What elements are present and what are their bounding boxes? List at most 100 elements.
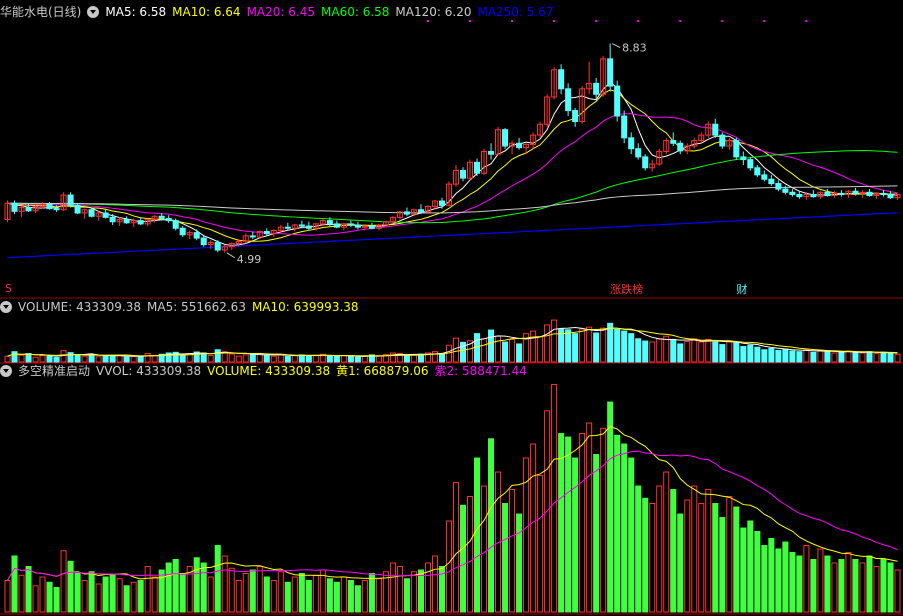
volume-bar <box>39 355 46 363</box>
vvol-bar <box>768 538 775 613</box>
chevron-down-icon[interactable] <box>87 6 100 18</box>
volume-bar <box>130 356 137 363</box>
vvol-bar <box>207 576 214 613</box>
volume-bar <box>586 326 593 363</box>
volume-bar <box>691 338 698 363</box>
volume-bar <box>614 328 621 363</box>
volume-bar <box>340 355 347 363</box>
ind-label-3: 黄1: 668879.06 <box>336 364 429 378</box>
vvol-bar <box>824 555 831 613</box>
ma-label-2: MA20: 6.45 <box>246 5 315 19</box>
volume-bar <box>670 338 677 363</box>
vvol-bar <box>144 566 151 613</box>
candle-body <box>102 212 109 218</box>
vvol-bar <box>642 497 649 613</box>
ma-label-5: MA250: 5.67 <box>477 5 554 19</box>
volume-bar <box>291 355 298 363</box>
signal-dot <box>763 20 766 22</box>
vvol-bar <box>803 545 810 613</box>
ma-label-3: MA60: 6.58 <box>321 5 390 19</box>
candle-body <box>558 69 565 90</box>
vvol-bar <box>831 562 838 613</box>
volume-bar <box>838 351 845 363</box>
vvol-bar <box>894 569 901 613</box>
vvol-bar <box>747 520 754 613</box>
chevron-down-icon[interactable] <box>0 365 12 377</box>
candle-body <box>123 219 130 224</box>
volume-bar <box>530 330 537 363</box>
volume-bar <box>768 347 775 363</box>
vvol-bar <box>614 434 621 613</box>
vvol-bar <box>165 562 172 613</box>
candle-body <box>810 193 817 198</box>
volume-bar <box>102 355 109 363</box>
signal-dot <box>469 20 472 22</box>
vvol-bar <box>754 531 761 613</box>
vvol-bar <box>284 581 291 613</box>
ma-label-0: MA5: 6.58 <box>105 5 167 19</box>
vvol-bar <box>586 422 593 613</box>
volume-bar <box>635 338 642 363</box>
candle-body <box>852 190 859 194</box>
candle-body <box>368 225 375 229</box>
vvol-bar <box>761 545 768 613</box>
vvol-bar <box>270 580 277 613</box>
volume-bar <box>32 356 39 363</box>
volume-bar <box>887 352 894 363</box>
vvol-bar <box>431 555 439 613</box>
vvol-bar <box>410 571 417 613</box>
volume-bar <box>312 354 319 363</box>
volume-bar <box>53 356 60 363</box>
candle-body <box>754 167 761 176</box>
event-marker-0[interactable]: 涨跌榜 <box>609 283 644 296</box>
vvol-bar <box>354 585 361 613</box>
volume-bar <box>698 341 705 363</box>
vvol-bar <box>319 569 326 613</box>
vvol-bar <box>530 443 537 613</box>
volume-bar <box>137 355 144 363</box>
candle-body <box>109 216 116 223</box>
vvol-bar <box>621 443 628 613</box>
chevron-down-icon[interactable] <box>0 301 12 313</box>
volume-bar <box>11 351 18 363</box>
candle-body <box>459 170 467 179</box>
volume-bar <box>375 355 382 363</box>
vvol-bar <box>726 496 733 613</box>
candle-body <box>866 191 873 197</box>
vvol-bar <box>123 585 130 613</box>
candle-body <box>53 208 60 211</box>
candle-body <box>137 220 144 225</box>
vvol-bar <box>32 585 39 613</box>
stock-title: 华能水电(日线) <box>0 5 82 19</box>
candle-body <box>347 223 354 226</box>
vvol-bar <box>277 571 284 613</box>
candle-body <box>747 159 754 169</box>
vvol-bar <box>684 499 691 613</box>
candle-body <box>502 129 509 147</box>
volume-bar <box>452 337 460 363</box>
vvol-bar <box>466 496 474 613</box>
volume-bar <box>305 355 312 363</box>
vvol-bar <box>263 576 270 613</box>
vol-label-1: MA5: 551662.63 <box>147 300 246 314</box>
signal-dot <box>595 20 598 22</box>
candle-body <box>761 174 768 180</box>
volume-bar <box>600 327 607 363</box>
candle-body <box>880 192 887 195</box>
volume-bar <box>228 353 235 363</box>
candle-body <box>887 193 894 199</box>
vvol-bar <box>242 573 249 613</box>
candle-body <box>305 225 312 229</box>
candle-body <box>768 178 775 185</box>
candle-body <box>11 202 18 212</box>
candle-body <box>172 220 179 229</box>
event-marker-1[interactable]: 财 <box>735 283 748 296</box>
ma-legend: MA5: 6.58 MA10: 6.64 MA20: 6.45 MA60: 6.58 M… <box>105 5 559 19</box>
candle-body <box>572 110 579 122</box>
volume-bar <box>880 351 887 363</box>
vvol-bar <box>459 504 467 613</box>
volume-bar <box>719 344 726 363</box>
volume-bar <box>263 355 270 363</box>
high-pointer <box>611 43 621 49</box>
candle-body <box>88 209 95 217</box>
